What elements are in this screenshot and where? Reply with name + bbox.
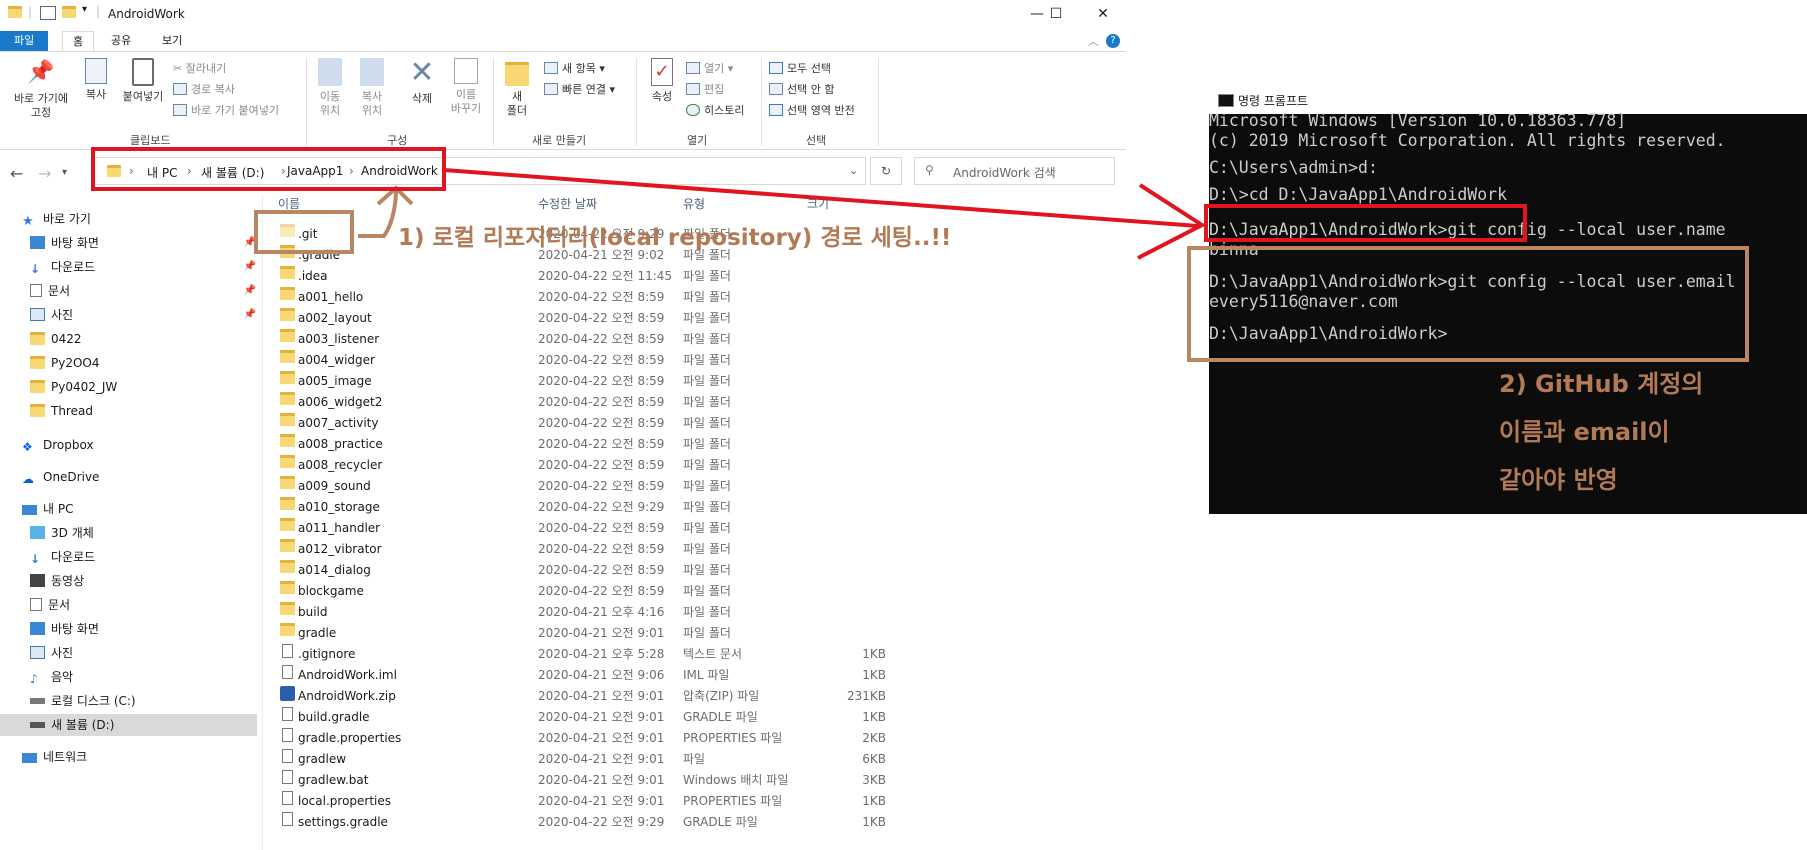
address-bar-highlight	[91, 147, 446, 191]
git-folder-highlight	[254, 210, 354, 254]
brown-connector-line	[358, 189, 398, 238]
annotation-step1: 1) 로컬 리포지터리(local repository) 경로 세팅..!!	[398, 225, 952, 251]
git-config-highlight	[1187, 246, 1749, 362]
cd-command-highlight	[1204, 204, 1527, 242]
annotation-step2-line1: 2) GitHub 계정의	[1499, 370, 1704, 398]
annotation-step2-line2: 이름과 email이	[1499, 418, 1670, 446]
annotation-step2-line3: 같아야 반영	[1499, 466, 1618, 494]
